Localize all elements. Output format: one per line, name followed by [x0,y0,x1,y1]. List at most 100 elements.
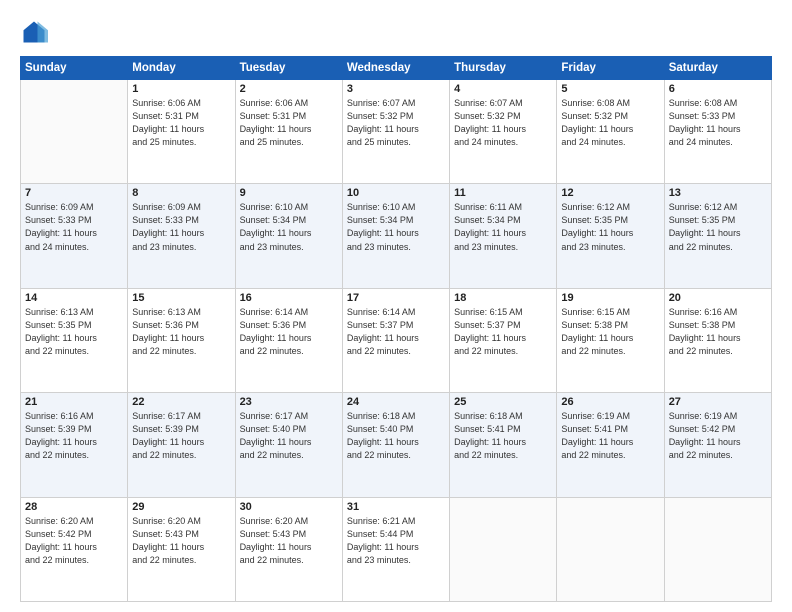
day-info: Sunrise: 6:20 AM Sunset: 5:43 PM Dayligh… [240,515,338,567]
day-info: Sunrise: 6:20 AM Sunset: 5:43 PM Dayligh… [132,515,230,567]
calendar-cell: 22 Sunrise: 6:17 AM Sunset: 5:39 PM Dayli… [128,393,235,497]
day-info: Sunrise: 6:08 AM Sunset: 5:32 PM Dayligh… [561,97,659,149]
day-info: Sunrise: 6:17 AM Sunset: 5:40 PM Dayligh… [240,410,338,462]
calendar-cell: 23 Sunrise: 6:17 AM Sunset: 5:40 PM Dayli… [235,393,342,497]
day-info: Sunrise: 6:07 AM Sunset: 5:32 PM Dayligh… [454,97,552,149]
day-number: 28 [25,501,123,513]
calendar-cell: 29 Sunrise: 6:20 AM Sunset: 5:43 PM Dayli… [128,497,235,601]
day-number: 17 [347,292,445,304]
day-number: 2 [240,83,338,95]
calendar-cell: 25 Sunrise: 6:18 AM Sunset: 5:41 PM Dayli… [450,393,557,497]
day-number: 16 [240,292,338,304]
calendar-header-day: Saturday [664,57,771,80]
day-number: 14 [25,292,123,304]
day-info: Sunrise: 6:06 AM Sunset: 5:31 PM Dayligh… [240,97,338,149]
calendar-week-row: 28 Sunrise: 6:20 AM Sunset: 5:42 PM Dayli… [21,497,772,601]
calendar-header-day: Wednesday [342,57,449,80]
day-number: 10 [347,187,445,199]
calendar-cell: 3Sunrise: 6:07 AM Sunset: 5:32 PM Daylig… [342,80,449,184]
day-number: 11 [454,187,552,199]
day-number: 12 [561,187,659,199]
day-number: 8 [132,187,230,199]
calendar-cell: 31 Sunrise: 6:21 AM Sunset: 5:44 PM Dayli… [342,497,449,601]
calendar-cell: 14 Sunrise: 6:13 AM Sunset: 5:35 PM Dayli… [21,288,128,392]
calendar-cell: 26Sunrise: 6:19 AM Sunset: 5:41 PM Dayli… [557,393,664,497]
calendar-cell: 4 Sunrise: 6:07 AM Sunset: 5:32 PM Daylig… [450,80,557,184]
day-number: 29 [132,501,230,513]
day-number: 4 [454,83,552,95]
day-number: 1 [132,83,230,95]
calendar-cell: 20 Sunrise: 6:16 AM Sunset: 5:38 PM Dayli… [664,288,771,392]
day-info: Sunrise: 6:07 AM Sunset: 5:32 PM Dayligh… [347,97,445,149]
calendar-cell [450,497,557,601]
calendar-cell [664,497,771,601]
day-info: Sunrise: 6:09 AM Sunset: 5:33 PM Dayligh… [25,201,123,253]
day-number: 24 [347,396,445,408]
calendar-week-row: 14 Sunrise: 6:13 AM Sunset: 5:35 PM Dayli… [21,288,772,392]
calendar-cell: 27Sunrise: 6:19 AM Sunset: 5:42 PM Dayli… [664,393,771,497]
calendar-cell: 5 Sunrise: 6:08 AM Sunset: 5:32 PM Daylig… [557,80,664,184]
page: SundayMondayTuesdayWednesdayThursdayFrid… [0,0,792,612]
calendar-cell: 21Sunrise: 6:16 AM Sunset: 5:39 PM Dayli… [21,393,128,497]
calendar-cell: 8Sunrise: 6:09 AM Sunset: 5:33 PM Daylig… [128,184,235,288]
calendar-header-day: Tuesday [235,57,342,80]
day-info: Sunrise: 6:14 AM Sunset: 5:36 PM Dayligh… [240,306,338,358]
calendar-cell: 30 Sunrise: 6:20 AM Sunset: 5:43 PM Dayli… [235,497,342,601]
day-number: 9 [240,187,338,199]
calendar-cell: 19 Sunrise: 6:15 AM Sunset: 5:38 PM Dayli… [557,288,664,392]
day-info: Sunrise: 6:08 AM Sunset: 5:33 PM Dayligh… [669,97,767,149]
calendar-cell: 18Sunrise: 6:15 AM Sunset: 5:37 PM Dayli… [450,288,557,392]
day-info: Sunrise: 6:16 AM Sunset: 5:38 PM Dayligh… [669,306,767,358]
calendar-header-day: Thursday [450,57,557,80]
day-info: Sunrise: 6:12 AM Sunset: 5:35 PM Dayligh… [561,201,659,253]
day-info: Sunrise: 6:13 AM Sunset: 5:36 PM Dayligh… [132,306,230,358]
day-info: Sunrise: 6:10 AM Sunset: 5:34 PM Dayligh… [240,201,338,253]
calendar-cell: 28 Sunrise: 6:20 AM Sunset: 5:42 PM Dayli… [21,497,128,601]
day-info: Sunrise: 6:11 AM Sunset: 5:34 PM Dayligh… [454,201,552,253]
calendar-cell: 10 Sunrise: 6:10 AM Sunset: 5:34 PM Dayli… [342,184,449,288]
calendar-cell: 24 Sunrise: 6:18 AM Sunset: 5:40 PM Dayli… [342,393,449,497]
day-info: Sunrise: 6:20 AM Sunset: 5:42 PM Dayligh… [25,515,123,567]
day-number: 13 [669,187,767,199]
day-info: Sunrise: 6:14 AM Sunset: 5:37 PM Dayligh… [347,306,445,358]
calendar-cell: 7 Sunrise: 6:09 AM Sunset: 5:33 PM Daylig… [21,184,128,288]
day-info: Sunrise: 6:10 AM Sunset: 5:34 PM Dayligh… [347,201,445,253]
calendar-week-row: 21Sunrise: 6:16 AM Sunset: 5:39 PM Dayli… [21,393,772,497]
calendar-cell [557,497,664,601]
day-info: Sunrise: 6:18 AM Sunset: 5:41 PM Dayligh… [454,410,552,462]
day-info: Sunrise: 6:16 AM Sunset: 5:39 PM Dayligh… [25,410,123,462]
day-number: 30 [240,501,338,513]
calendar-header-day: Sunday [21,57,128,80]
day-number: 15 [132,292,230,304]
calendar-cell: 13 Sunrise: 6:12 AM Sunset: 5:35 PM Dayli… [664,184,771,288]
calendar-cell: 16 Sunrise: 6:14 AM Sunset: 5:36 PM Dayli… [235,288,342,392]
logo [20,18,52,46]
day-info: Sunrise: 6:13 AM Sunset: 5:35 PM Dayligh… [25,306,123,358]
day-number: 23 [240,396,338,408]
calendar-cell [21,80,128,184]
day-info: Sunrise: 6:21 AM Sunset: 5:44 PM Dayligh… [347,515,445,567]
day-info: Sunrise: 6:17 AM Sunset: 5:39 PM Dayligh… [132,410,230,462]
calendar-cell: 15 Sunrise: 6:13 AM Sunset: 5:36 PM Dayli… [128,288,235,392]
day-info: Sunrise: 6:15 AM Sunset: 5:38 PM Dayligh… [561,306,659,358]
calendar-cell: 9 Sunrise: 6:10 AM Sunset: 5:34 PM Daylig… [235,184,342,288]
day-info: Sunrise: 6:06 AM Sunset: 5:31 PM Dayligh… [132,97,230,149]
calendar-week-row: 7 Sunrise: 6:09 AM Sunset: 5:33 PM Daylig… [21,184,772,288]
day-number: 26 [561,396,659,408]
calendar-cell: 2 Sunrise: 6:06 AM Sunset: 5:31 PM Daylig… [235,80,342,184]
day-number: 20 [669,292,767,304]
day-number: 22 [132,396,230,408]
calendar-cell: 1 Sunrise: 6:06 AM Sunset: 5:31 PM Daylig… [128,80,235,184]
day-info: Sunrise: 6:12 AM Sunset: 5:35 PM Dayligh… [669,201,767,253]
calendar-week-row: 1 Sunrise: 6:06 AM Sunset: 5:31 PM Daylig… [21,80,772,184]
logo-icon [20,18,48,46]
day-number: 19 [561,292,659,304]
day-number: 25 [454,396,552,408]
calendar-cell: 6Sunrise: 6:08 AM Sunset: 5:33 PM Daylig… [664,80,771,184]
calendar-table: SundayMondayTuesdayWednesdayThursdayFrid… [20,56,772,602]
day-info: Sunrise: 6:18 AM Sunset: 5:40 PM Dayligh… [347,410,445,462]
day-number: 7 [25,187,123,199]
day-number: 5 [561,83,659,95]
day-number: 27 [669,396,767,408]
day-number: 31 [347,501,445,513]
